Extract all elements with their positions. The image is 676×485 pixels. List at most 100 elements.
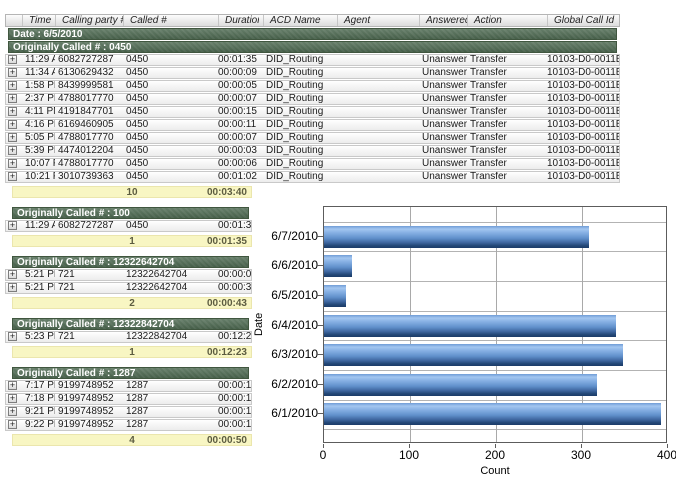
cell-calling-party: 721: [55, 270, 123, 280]
chart-bar-6-5-2010: [324, 285, 346, 307]
cell-calling-party: 9199748952: [55, 420, 123, 430]
x-axis-title: Count: [323, 465, 667, 477]
cell-called: 1287: [123, 381, 218, 391]
cell-calling-party: 4788017770: [55, 133, 123, 143]
cell-duration: 00:00:09: [218, 270, 251, 280]
cell-global-call-id: 10103-D0-0011B-76F: [547, 68, 619, 78]
cell-time: 4:16 PM: [22, 120, 55, 130]
group-header: Originally Called # : 1287: [12, 367, 249, 379]
expand-cell: +: [6, 394, 22, 404]
expand-row-icon[interactable]: +: [8, 332, 17, 341]
summary-call-count: 4: [111, 435, 153, 446]
cell-calling-party: 6130629432: [55, 68, 123, 78]
expand-cell: +: [6, 133, 22, 143]
x-axis-label: 300: [561, 449, 601, 462]
expand-row-icon[interactable]: +: [8, 407, 17, 416]
expand-cell: +: [6, 270, 22, 280]
cell-action: Transfer: [467, 68, 547, 78]
expand-row-icon[interactable]: +: [8, 146, 17, 155]
x-axis-label: 400: [647, 449, 676, 462]
cell-global-call-id: 10103-D0-0011B-77F: [547, 172, 619, 182]
expand-row-icon[interactable]: +: [8, 221, 17, 230]
cell-duration: 00:12:23: [218, 332, 251, 342]
expand-row-icon[interactable]: +: [8, 381, 17, 390]
chart-plot-area: [323, 206, 667, 443]
table-row: +5:21 PM7211232264270400:00:09: [5, 269, 252, 281]
table-row: +7:17 PM9199748952128700:00:13: [5, 380, 252, 392]
cell-time: 7:18 PM: [22, 394, 55, 404]
expand-cell: +: [6, 407, 22, 417]
expand-cell: +: [6, 146, 22, 156]
cell-time: 2:37 PM: [22, 94, 55, 104]
cell-action: Transfer: [467, 133, 547, 143]
expand-row-icon[interactable]: +: [8, 94, 17, 103]
cell-acd-name: DID_Routing: [263, 133, 337, 143]
expand-row-icon[interactable]: +: [8, 172, 17, 181]
cell-time: 11:34 AM: [22, 68, 55, 78]
y-axis-tick: [317, 265, 323, 266]
cell-global-call-id: 10103-D0-0011B-77E: [547, 159, 619, 169]
group-header: Originally Called # : 100: [12, 207, 249, 219]
cell-acd-name: DID_Routing: [263, 172, 337, 182]
col-header-agent: Agent: [337, 15, 419, 26]
y-axis-tick: [317, 325, 323, 326]
expand-cell: +: [6, 55, 22, 65]
x-axis-label: 200: [475, 449, 515, 462]
expand-row-icon[interactable]: +: [8, 159, 17, 168]
cell-global-call-id: 10103-D0-0011B-773: [547, 120, 619, 130]
cell-called: 0450: [123, 146, 218, 156]
cell-acd-name: DID_Routing: [263, 159, 337, 169]
cell-calling-party: 4788017770: [55, 94, 123, 104]
y-axis-label: 6/3/2010: [250, 347, 318, 361]
cell-called: 12322642704: [123, 283, 218, 293]
cell-answered: Unanswered: [419, 146, 467, 156]
col-header-acd-name: ACD Name: [263, 15, 337, 26]
cell-called: 0450: [123, 68, 218, 78]
cell-duration: 00:00:34: [218, 283, 251, 293]
horizontal-gridline: [324, 222, 666, 223]
cell-acd-name: DID_Routing: [263, 146, 337, 156]
table-row: +10:21 PM3010739363045000:01:02DID_Routi…: [5, 171, 620, 183]
cell-duration: 00:00:03: [218, 146, 259, 156]
group-header: Originally Called # : 0450: [8, 41, 617, 53]
expand-row-icon[interactable]: +: [8, 283, 17, 292]
col-header-duration: Duration: [218, 15, 259, 26]
cell-global-call-id: 10103-D0-0011B-772: [547, 107, 619, 117]
y-axis-label: 6/6/2010: [250, 258, 318, 272]
expand-row-icon[interactable]: +: [8, 81, 17, 90]
expand-row-icon[interactable]: +: [8, 133, 17, 142]
cell-time: 10:07 PM: [22, 159, 55, 169]
expand-row-icon[interactable]: +: [8, 68, 17, 77]
cell-global-call-id: 10103-D0-0011B-768: [547, 55, 619, 65]
horizontal-gridline: [324, 340, 666, 341]
cell-answered: Unanswered: [419, 68, 467, 78]
summary-total-duration: 00:00:50: [153, 435, 251, 446]
table-row: +5:39 PM4474012204045000:00:03DID_Routin…: [5, 145, 620, 157]
y-axis-label: 6/1/2010: [250, 406, 318, 420]
cell-called: 1287: [123, 394, 218, 404]
cell-calling-party: 721: [55, 332, 123, 342]
expand-cell: +: [6, 283, 22, 293]
expand-row-icon[interactable]: +: [8, 394, 17, 403]
cell-duration: 00:00:06: [218, 159, 259, 169]
expand-row-icon[interactable]: +: [8, 55, 17, 64]
expand-row-icon[interactable]: +: [8, 107, 17, 116]
table-row: +7:18 PM9199748952128700:00:12: [5, 393, 252, 405]
cell-action: Transfer: [467, 159, 547, 169]
cell-duration: 00:00:07: [218, 94, 259, 104]
cell-action: Transfer: [467, 120, 547, 130]
cell-called: 0450: [123, 159, 218, 169]
cell-called: 0450: [123, 81, 218, 91]
cell-time: 10:21 PM: [22, 172, 55, 182]
cell-global-call-id: 10103-D0-0011B-771: [547, 94, 619, 104]
summary-call-count: 1: [111, 347, 153, 358]
cell-time: 5:05 PM: [22, 133, 55, 143]
table-row: +9:22 PM9199748952128700:00:11: [5, 419, 252, 431]
cell-time: 5:21 PM: [22, 283, 55, 293]
expand-row-icon[interactable]: +: [8, 120, 17, 129]
expand-row-icon[interactable]: +: [8, 270, 17, 279]
cell-calling-party: 6082727287: [55, 221, 123, 231]
summary-call-count: 2: [111, 298, 153, 309]
expand-row-icon[interactable]: +: [8, 420, 17, 429]
cell-calling-party: 721: [55, 283, 123, 293]
